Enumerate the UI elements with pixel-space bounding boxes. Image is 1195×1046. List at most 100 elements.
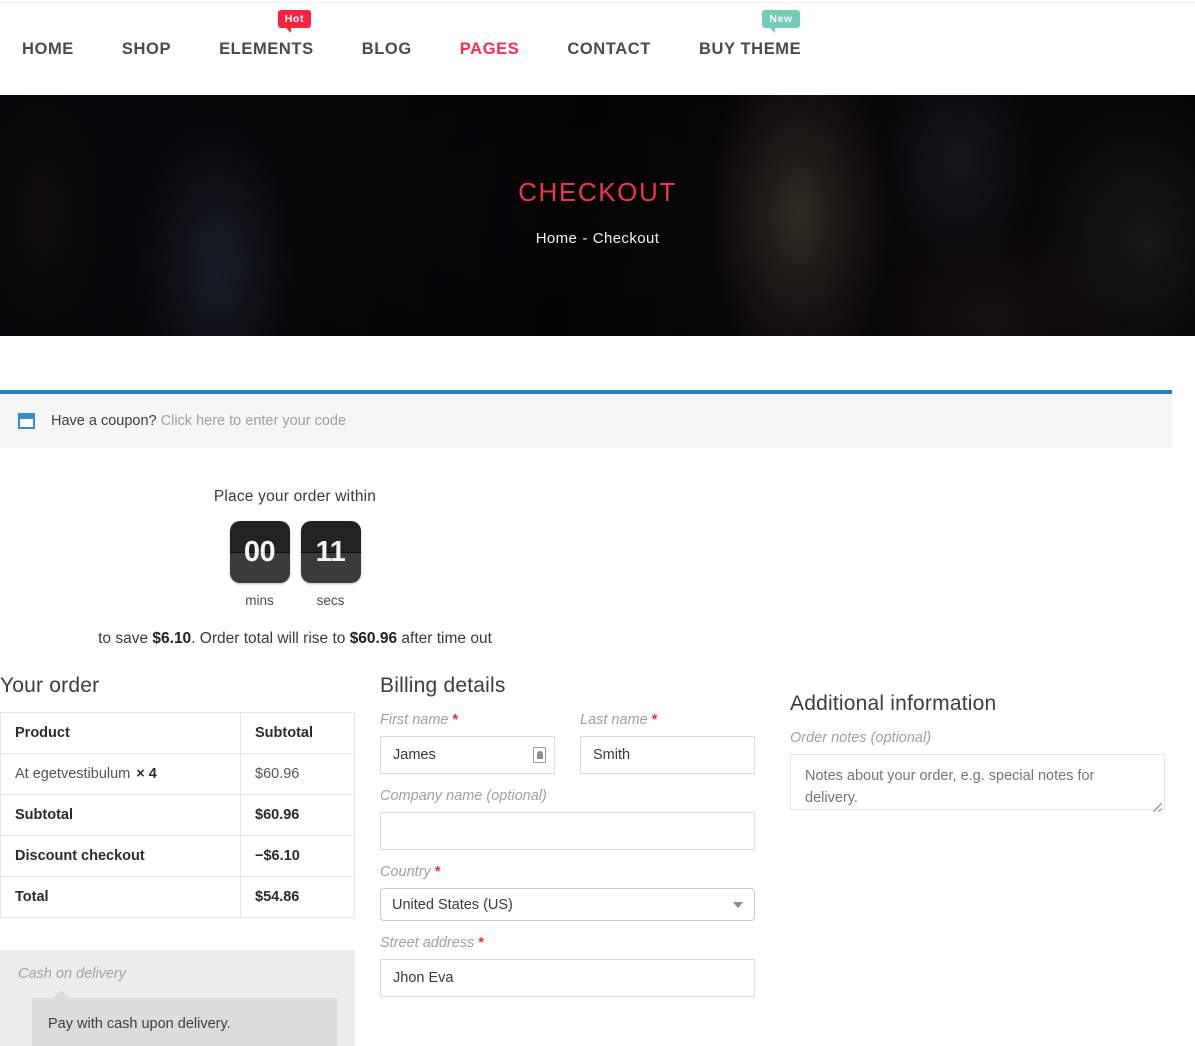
field-group-last-name: Last name * xyxy=(580,712,755,774)
additional-information-column: Additional information Order notes (opti… xyxy=(780,674,1195,1046)
countdown-save-amount: $6.10 xyxy=(152,630,192,647)
table-row: Discount checkout −$6.10 xyxy=(0,835,355,877)
flip-clock-box: 11 xyxy=(300,521,361,583)
countdown-unit-mins: 00 mins xyxy=(229,521,290,608)
countdown-footer-note: to save $6.10. Order total will rise to … xyxy=(0,630,590,648)
countdown-unit-label: secs xyxy=(316,593,345,608)
field-group-company: Company name (optional) xyxy=(380,788,780,850)
nav-item-buy-theme[interactable]: BUY THEME New xyxy=(698,9,802,59)
table-header-row: Product Subtotal xyxy=(0,712,355,754)
first-name-label: First name * xyxy=(380,712,555,728)
flip-clock-box: 00 xyxy=(229,521,290,583)
order-countdown: Place your order within 00 mins 11 secs … xyxy=(0,448,590,648)
street-address-input[interactable] xyxy=(380,959,755,997)
breadcrumb: Home - Checkout xyxy=(0,230,1195,247)
last-name-label: Last name * xyxy=(580,712,755,728)
country-label: Country * xyxy=(380,864,780,880)
country-select[interactable]: United States (US) xyxy=(380,888,755,921)
nav-label: BLOG xyxy=(361,39,412,58)
breadcrumb-home[interactable]: Home xyxy=(536,230,578,247)
countdown-unit-secs: 11 secs xyxy=(300,521,361,608)
table-row: Subtotal $60.96 xyxy=(0,794,355,836)
last-name-label-text: Last name xyxy=(580,712,648,728)
countdown-footer-pre: to save xyxy=(98,630,153,647)
country-selected-value: United States (US) xyxy=(392,896,513,913)
countdown-footer-post: after time out xyxy=(397,630,492,647)
field-group-street-address: Street address * xyxy=(380,935,780,997)
additional-information-title: Additional information xyxy=(790,692,997,715)
nav-item-elements[interactable]: ELEMENTS Hot xyxy=(219,9,314,59)
nav-item-contact[interactable]: CONTACT xyxy=(567,40,651,59)
payment-method-description: Pay with cash upon delivery. xyxy=(32,990,337,1046)
countdown-footer-mid: . Order total will rise to xyxy=(191,630,350,647)
nav-item-shop[interactable]: SHOP xyxy=(122,40,171,59)
street-address-label-text: Street address xyxy=(380,935,475,951)
company-name-input[interactable] xyxy=(380,812,755,850)
required-asterisk: * xyxy=(452,712,459,728)
first-name-label-text: First name xyxy=(380,712,449,728)
nav-label: PAGES xyxy=(459,39,520,58)
nav-label: CONTACT xyxy=(567,39,651,58)
breadcrumb-separator: - xyxy=(582,230,588,247)
nav-label: SHOP xyxy=(121,39,172,58)
nav-item-pages[interactable]: PAGES xyxy=(460,40,520,59)
payment-methods-panel: Cash on delivery Pay with cash upon deli… xyxy=(0,950,355,1046)
order-discount-label: Discount checkout xyxy=(0,835,241,877)
countdown-unit-label: mins xyxy=(245,593,274,608)
product-name: At egetvestibulum xyxy=(15,766,131,782)
order-subtotal-value: $60.96 xyxy=(240,794,355,836)
nav-label: HOME xyxy=(22,39,74,58)
order-discount-value: −$6.10 xyxy=(240,835,355,877)
payment-method-label[interactable]: Cash on delivery xyxy=(18,966,337,982)
nav-label: BUY THEME xyxy=(698,39,802,58)
field-group-first-name: First name * xyxy=(380,712,555,774)
countdown-value: 11 xyxy=(315,535,346,568)
main-navigation: HOME SHOP ELEMENTS Hot BLOG PAGES CONTAC… xyxy=(0,3,1195,95)
coupon-toggle-link[interactable]: Click here to enter your code xyxy=(161,413,346,429)
order-subtotal-label: Subtotal xyxy=(0,794,241,836)
countdown-risen-total: $60.96 xyxy=(349,630,398,647)
column-header-product: Product xyxy=(0,712,241,754)
company-label: Company name (optional) xyxy=(380,788,547,804)
table-row: At egetvestibulum × 4 $60.96 xyxy=(0,753,355,795)
breadcrumb-current: Checkout xyxy=(592,230,660,247)
your-order-column: Your order Product Subtotal At egetvesti… xyxy=(0,674,380,1046)
autofill-contact-icon[interactable] xyxy=(533,747,546,763)
checkout-columns: Your order Product Subtotal At egetvesti… xyxy=(0,648,1195,1046)
nav-item-home[interactable]: HOME xyxy=(22,40,74,59)
nav-label: ELEMENTS xyxy=(219,39,314,58)
order-notes-textarea[interactable] xyxy=(790,754,1165,810)
order-total-value: $54.86 xyxy=(240,876,355,918)
order-line-value: $60.96 xyxy=(240,753,355,795)
billing-details-title: Billing details xyxy=(380,674,506,697)
coupon-notice-bar[interactable]: Have a coupon? Click here to enter your … xyxy=(0,390,1172,448)
countdown-value: 00 xyxy=(243,535,276,568)
required-asterisk: * xyxy=(651,712,658,728)
order-notes-label: Order notes (optional) xyxy=(790,730,932,746)
order-total-label: Total xyxy=(0,876,241,918)
required-asterisk: * xyxy=(478,935,484,951)
your-order-title: Your order xyxy=(0,674,100,697)
field-group-country: Country * United States (US) xyxy=(380,864,780,921)
nav-item-blog[interactable]: BLOG xyxy=(362,40,412,59)
product-quantity: × 4 xyxy=(136,766,157,782)
page-hero-banner: CHECKOUT Home - Checkout xyxy=(0,95,1195,336)
table-row: Total $54.86 xyxy=(0,876,355,918)
order-line-product: At egetvestibulum × 4 xyxy=(0,753,241,795)
countdown-heading: Place your order within xyxy=(213,488,377,505)
new-badge: New xyxy=(762,9,800,33)
street-address-label: Street address * xyxy=(380,935,780,951)
order-summary-table: Product Subtotal At egetvestibulum × 4 $6… xyxy=(0,712,355,918)
hot-badge: Hot xyxy=(277,9,312,33)
chevron-down-icon xyxy=(733,901,743,908)
first-name-input[interactable] xyxy=(380,736,555,774)
billing-details-column: Billing details First name * Last name *… xyxy=(380,674,780,1046)
required-asterisk: * xyxy=(434,864,441,880)
last-name-input[interactable] xyxy=(580,736,755,774)
coupon-prompt: Have a coupon? xyxy=(51,413,157,429)
column-header-subtotal: Subtotal xyxy=(240,712,355,754)
country-label-text: Country xyxy=(380,864,431,880)
coupon-text: Have a coupon? Click here to enter your … xyxy=(51,413,346,429)
coupon-tag-icon xyxy=(18,413,35,429)
page-title: CHECKOUT xyxy=(518,177,677,207)
